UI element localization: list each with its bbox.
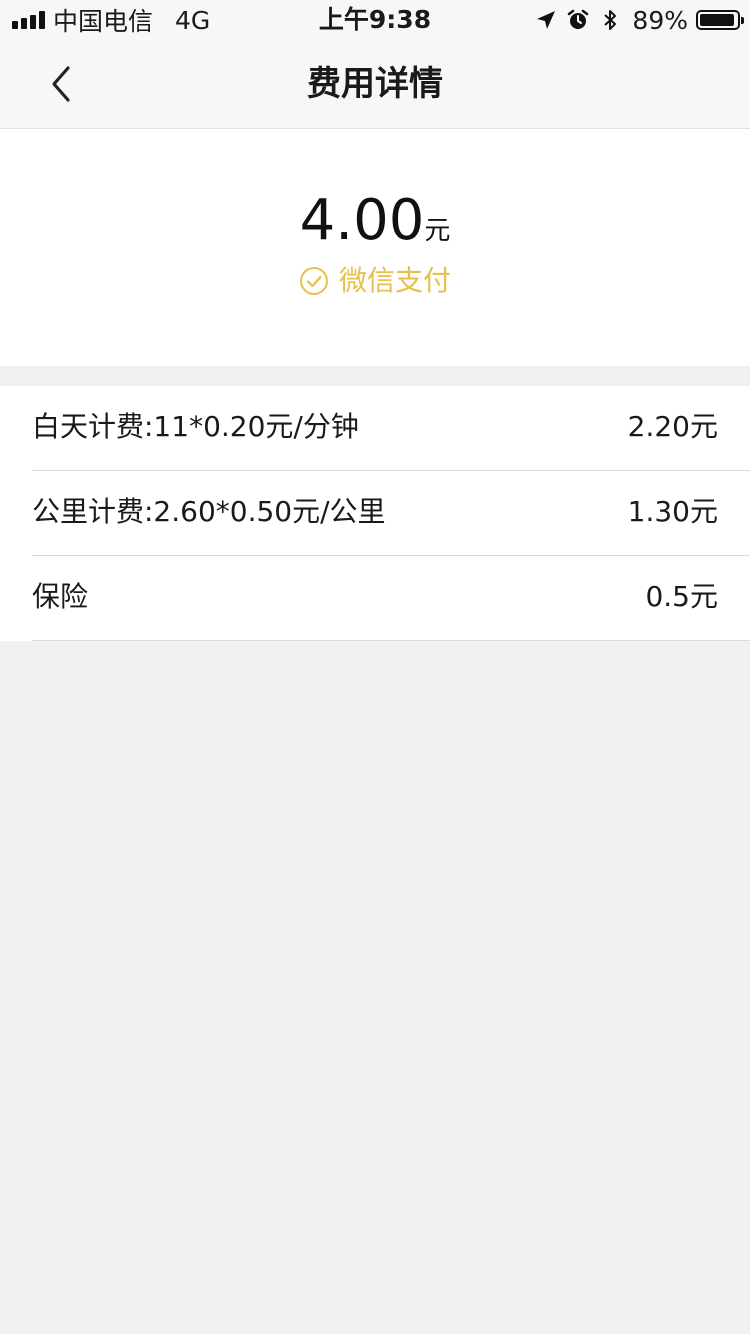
fee-row-distance: 公里计费:2.60*0.50元/公里 1.30元 xyxy=(32,471,750,556)
total-amount: 4.00元 xyxy=(0,191,750,251)
fee-value: 2.20元 xyxy=(627,410,718,443)
battery-percent: 89% xyxy=(632,5,688,35)
top-bar: 中国电信 4G 上午9:38 89% 费用详情 xyxy=(0,0,750,128)
fee-row-daytime: 白天计费:11*0.20元/分钟 2.20元 xyxy=(32,386,750,471)
battery-icon xyxy=(696,10,744,30)
amount-value: 4.00 xyxy=(299,188,425,253)
fee-label: 保险 xyxy=(32,580,89,613)
check-circle-icon xyxy=(299,267,328,295)
bluetooth-icon xyxy=(598,8,622,32)
fee-row-insurance: 保险 0.5元 xyxy=(32,556,750,641)
navigation-bar: 费用详情 xyxy=(0,40,750,128)
page-title: 费用详情 xyxy=(307,64,443,104)
fee-detail-list: 白天计费:11*0.20元/分钟 2.20元 公里计费:2.60*0.50元/公… xyxy=(0,386,750,641)
alarm-icon xyxy=(566,8,590,32)
fee-value: 0.5元 xyxy=(645,580,718,613)
payment-method-label: 微信支付 xyxy=(338,264,451,297)
amount-unit: 元 xyxy=(424,216,451,246)
location-arrow-icon xyxy=(534,8,558,32)
fee-label: 公里计费:2.60*0.50元/公里 xyxy=(32,495,386,528)
fee-value: 1.30元 xyxy=(627,495,718,528)
amount-card: 4.00元 微信支付 xyxy=(0,129,750,366)
fee-label: 白天计费:11*0.20元/分钟 xyxy=(32,410,359,443)
status-bar: 中国电信 4G 上午9:38 89% xyxy=(0,0,750,40)
status-right: 89% xyxy=(526,5,744,35)
payment-method: 微信支付 xyxy=(0,263,750,299)
